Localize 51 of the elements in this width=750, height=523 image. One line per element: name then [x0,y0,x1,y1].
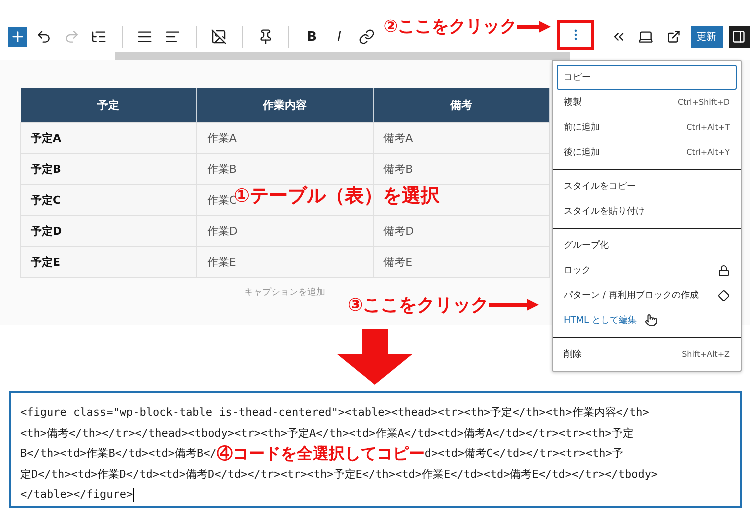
lock-icon [718,264,730,276]
code-text: d><td>備考C</td></tr><tr><th>予 [424,446,624,462]
table-cell: 備考D [373,216,550,246]
menu-item[interactable]: HTML として編集 [557,308,737,333]
scrollbar[interactable] [115,52,570,60]
sidebar-toggle-button[interactable] [728,26,750,48]
table-cell: 作業B [196,154,374,184]
code-text: B</th><td>作業B</td><td>備考B</ [20,446,217,462]
update-button[interactable]: 更新 [690,26,723,48]
table-cell: 作業A [196,122,374,154]
code-editor[interactable] [8,391,742,508]
menu-item[interactable]: パターン / 再利用ブロックの作成 [557,283,737,308]
menu-item[interactable]: 複製 Ctrl+Shift+D [557,90,737,115]
bold-button[interactable]: B [301,24,323,50]
table-cell: 作業D [196,216,374,246]
code-text: <figure class="wp-block-table is-thead-centered"><table><thead><tr><th>予定</th><th>作業内容</th> [20,405,650,421]
table-cell: 予定A [20,122,197,154]
annotation: ④コードを全選択してコピー [216,444,425,464]
table-cell: 備考B [373,154,550,184]
panel-icon [732,30,746,44]
diamond-icon [718,290,730,302]
table-cell: 予定D [20,216,197,246]
plus-icon [10,29,26,45]
menu-item[interactable]: スタイルをコピー [557,174,737,199]
menu-item[interactable]: スタイルを貼り付け [557,199,737,224]
column-header: 作業内容 [196,88,374,122]
menu-item[interactable]: 後に追加 Ctrl+Alt+Y [557,140,737,165]
menu-item[interactable]: 前に追加 Ctrl+Alt+T [557,115,737,140]
callout-arrow [517,20,552,32]
options-button[interactable] [557,20,594,50]
table-cell: 予定E [20,246,197,278]
column-header: 予定 [20,88,197,122]
menu-item[interactable]: 削除 Shift+Alt+Z [557,342,737,367]
table-cell: 予定C [20,184,197,216]
table-cell: 備考A [373,122,550,154]
column-header: 備考 [373,88,550,122]
annotation: ③ここをクリック [348,294,490,317]
code-text: <th>備考</th></tr></thead><tbody><tr><th>予定A</th><td>作業A</td><td>備考A</td></tr><tr><th>予定 [20,426,634,442]
table-cell: 予定B [20,154,197,184]
menu-item[interactable]: コピー [557,65,737,90]
add-block-button[interactable] [8,27,28,47]
annotation: ②ここをクリック [384,16,518,38]
menu-item[interactable]: グループ化 [557,233,737,258]
menu-item[interactable]: ロック [557,258,737,283]
callout-arrow [489,299,540,311]
table-cell: 備考E [373,246,550,278]
code-text: 定D</th><td>作業D</td><td>備考D</td></tr><tr><th>予定E</th><td>作業E</td><td>備考E</td></tr></tbody> [20,466,658,482]
table-cell: 作業E [196,246,374,278]
code-text: </table></figure> [20,487,134,503]
italic-button[interactable]: I [328,24,350,50]
hand-cursor-icon [644,314,658,327]
